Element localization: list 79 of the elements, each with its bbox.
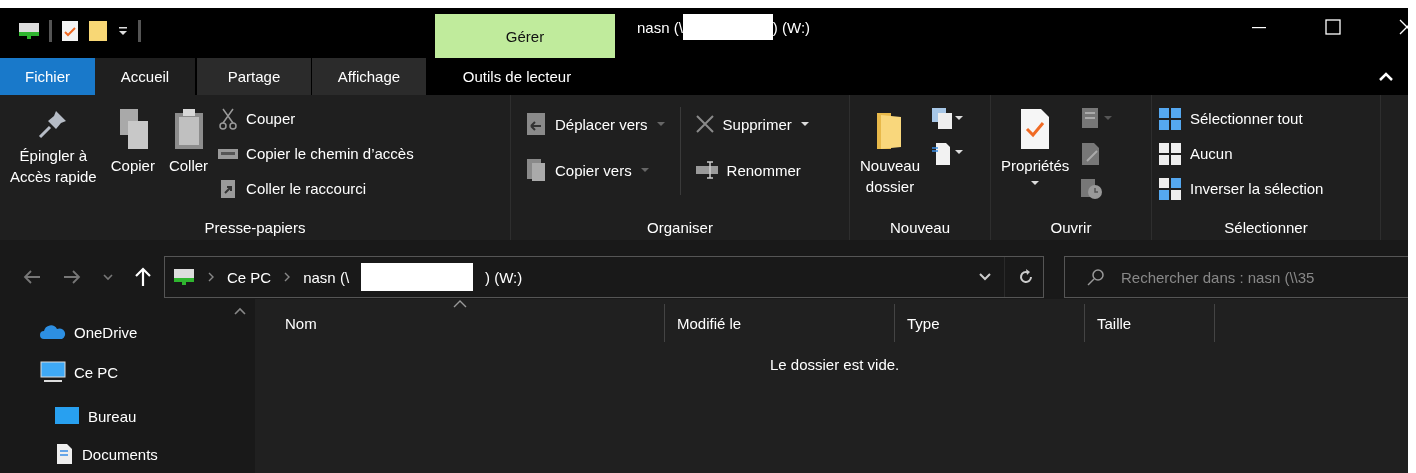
caret-icon <box>639 167 650 173</box>
cloud-icon <box>40 324 66 340</box>
ribbon-tab[interactable]: Accueil <box>95 58 195 95</box>
group-label: Sélectionner <box>1224 219 1308 238</box>
path-icon <box>218 147 239 160</box>
select-none-button[interactable]: Aucun <box>1158 138 1324 169</box>
ribbon-tab[interactable]: Partage <box>197 58 311 95</box>
address-bar[interactable]: Ce PC nasn (\ ) (W:) <box>164 256 1044 298</box>
delete-icon <box>694 114 715 134</box>
group-label: Ouvrir <box>1050 219 1092 238</box>
close-icon[interactable] <box>1398 18 1408 36</box>
nav-item[interactable]: OneDrive <box>0 317 225 347</box>
window-title: nasn (\ <box>637 18 683 36</box>
breadcrumb[interactable]: ) (W:) <box>485 268 523 286</box>
copy-path-button[interactable]: Copier le chemin d’accès <box>218 138 414 169</box>
paste-button[interactable]: Coller <box>164 103 213 180</box>
chevron-right-icon <box>207 272 215 282</box>
grid-icon <box>1158 141 1182 166</box>
maximize-icon[interactable] <box>1324 18 1342 36</box>
column-header[interactable]: Type <box>895 304 1085 342</box>
collapse-ribbon-icon[interactable] <box>1378 71 1394 82</box>
rename-icon <box>694 160 719 180</box>
copy-to-button[interactable]: Copier vers <box>525 149 666 191</box>
sort-icon <box>452 300 467 308</box>
group-label: Nouveau <box>889 219 950 238</box>
nav-item[interactable]: Ce PC <box>0 357 225 387</box>
folder-icon[interactable] <box>88 20 108 42</box>
group-label: Presse-papiers <box>204 219 306 238</box>
group-label: Organiser <box>647 219 713 238</box>
grid-icon <box>1158 106 1182 131</box>
copy-button[interactable]: Copier <box>106 103 159 180</box>
invert-selection-button[interactable]: Inverser la sélection <box>1158 173 1324 204</box>
drive-icon <box>173 268 195 286</box>
search-icon <box>1087 268 1105 286</box>
ribbon-tab[interactable]: Affichage <box>312 58 426 95</box>
ribbon-tab[interactable]: Fichier <box>0 58 95 95</box>
copy-icon <box>525 157 547 183</box>
caret-icon <box>655 121 666 127</box>
rename-button[interactable]: Renommer <box>694 149 810 191</box>
pin-button[interactable]: Épingler à Accès rapide <box>6 103 101 191</box>
select-all-button[interactable]: Sélectionner tout <box>1158 103 1324 134</box>
move-icon <box>525 111 547 137</box>
dropdown-icon[interactable] <box>117 25 129 37</box>
refresh-icon[interactable] <box>1017 268 1035 286</box>
chevron-right-icon <box>283 272 292 282</box>
column-header[interactable]: Nom <box>255 304 665 342</box>
empty-message: Le dossier est vide. <box>770 356 900 373</box>
scissors-icon <box>218 107 239 130</box>
nav-item[interactable]: Documents <box>0 435 225 473</box>
cut-button[interactable]: Couper <box>218 103 414 134</box>
tab-group-header: Gérer <box>435 14 615 58</box>
new-folder-button[interactable]: Nouveau dossier <box>856 103 925 201</box>
new-item-icon[interactable] <box>930 107 965 131</box>
open-icon[interactable] <box>1079 107 1114 131</box>
chevron-down-icon[interactable] <box>978 272 992 282</box>
caret-icon <box>799 121 810 127</box>
move-to-button[interactable]: Déplacer vers <box>525 103 666 145</box>
column-header[interactable]: Taille <box>1085 304 1215 342</box>
back-icon[interactable] <box>22 269 42 285</box>
breadcrumb[interactable]: Ce PC <box>227 268 272 286</box>
desktop-icon <box>54 406 80 426</box>
forward-icon[interactable] <box>62 269 82 285</box>
properties-button[interactable]: Propriétés <box>997 103 1074 190</box>
scroll-up-icon[interactable] <box>234 307 246 315</box>
drive-icon[interactable] <box>18 22 40 40</box>
column-header[interactable]: Modifié le <box>665 304 895 342</box>
up-icon[interactable] <box>134 267 152 287</box>
nav-item[interactable]: Bureau <box>0 397 225 435</box>
window-title: ) (W:) <box>772 18 811 36</box>
document-icon <box>54 443 74 465</box>
caret-icon <box>1030 180 1041 186</box>
checklist-icon[interactable] <box>61 20 79 42</box>
delete-button[interactable]: Supprimer <box>694 103 810 145</box>
monitor-icon <box>40 361 66 383</box>
search-field[interactable]: Rechercher dans : nasn (\\35 <box>1064 256 1408 298</box>
grid-icon <box>1158 176 1182 201</box>
paste-shortcut-button[interactable]: Coller le raccourci <box>218 173 414 204</box>
easy-access-icon[interactable] <box>930 141 965 167</box>
breadcrumb[interactable]: nasn (\ <box>303 268 350 286</box>
